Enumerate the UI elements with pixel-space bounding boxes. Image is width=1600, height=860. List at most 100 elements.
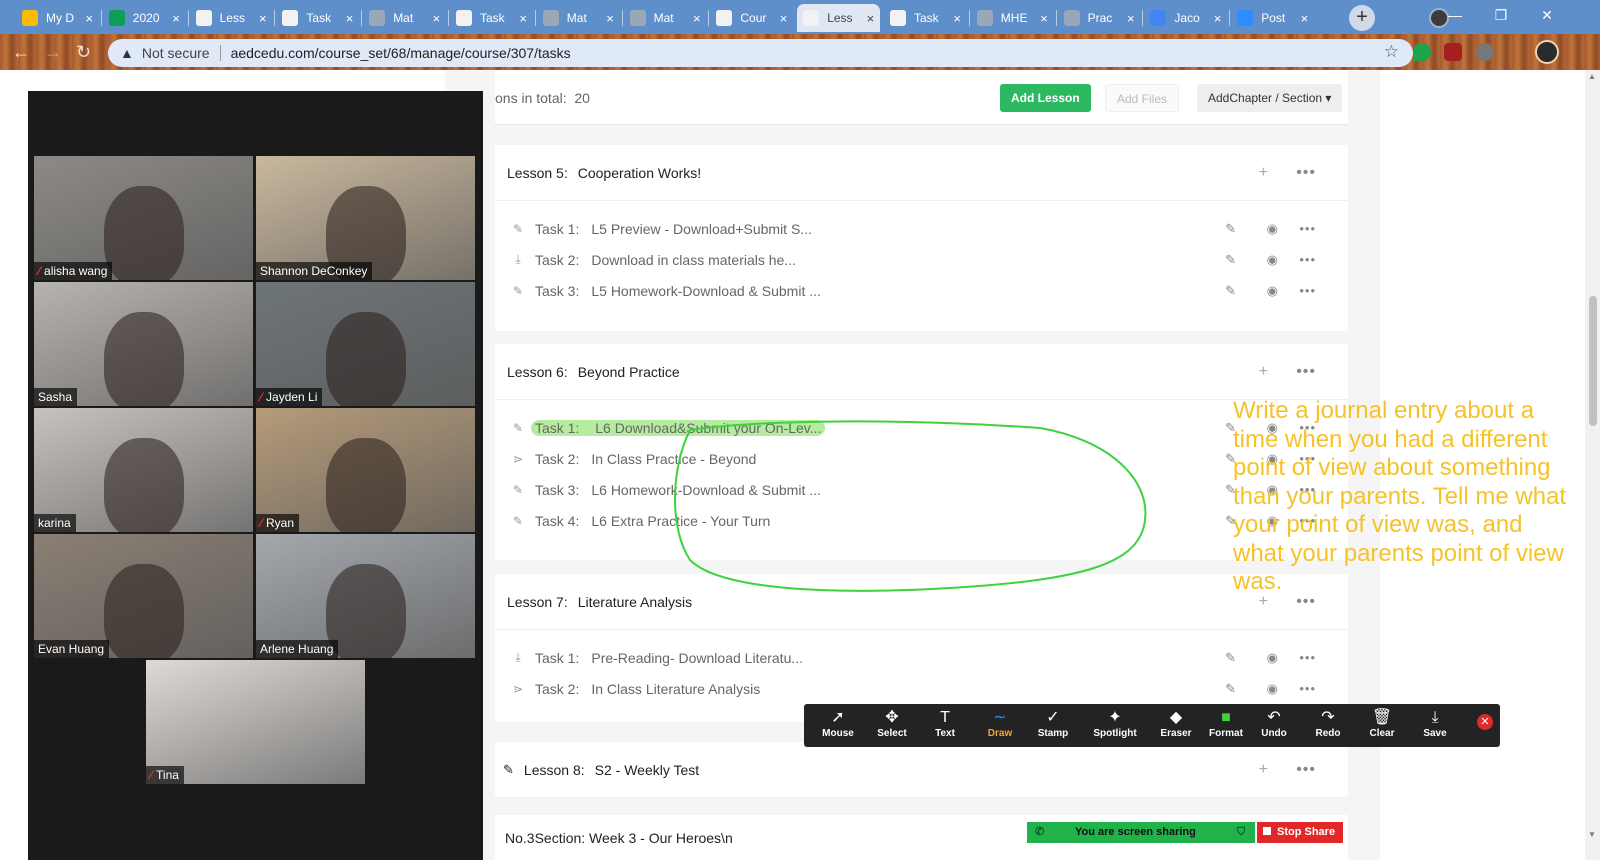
lesson-header[interactable]: Lesson 5: Cooperation Works! + ••• xyxy=(495,145,1348,201)
edit-icon[interactable]: ✎ xyxy=(1225,221,1236,237)
task-title[interactable]: L5 Preview - Download+Submit S... xyxy=(591,221,812,237)
annotate-tool-eraser[interactable]: ◆ Eraser xyxy=(1150,708,1202,744)
edit-icon[interactable]: ✎ xyxy=(1225,283,1236,299)
stop-share-button[interactable]: Stop Share xyxy=(1257,822,1343,843)
preview-eye-icon[interactable]: ◉ xyxy=(1267,650,1278,666)
add-chapter-section-button[interactable]: AddChapter / Section ▾ xyxy=(1197,84,1343,112)
tab[interactable]: Mat × xyxy=(363,4,446,32)
participant-video-tile[interactable]: Sasha xyxy=(34,282,253,406)
more-icon[interactable]: ••• xyxy=(1299,681,1316,696)
participant-video-tile[interactable]: ⁄ Tina xyxy=(146,660,365,784)
task-title[interactable]: Download in class materials he... xyxy=(591,252,796,268)
reload-icon[interactable]: ↻ xyxy=(76,42,91,63)
participant-video-tile[interactable]: karina xyxy=(34,408,253,532)
extension-ublock-icon[interactable] xyxy=(1444,43,1462,61)
annotate-tool-spotlight[interactable]: ✦ Spotlight xyxy=(1089,708,1141,744)
add-task-icon[interactable]: + xyxy=(1259,164,1268,182)
bookmark-star-icon[interactable]: ☆ xyxy=(1384,42,1399,62)
scroll-down-arrow[interactable]: ▼ xyxy=(1588,830,1596,839)
section-title[interactable]: No.3Section: Week 3 - Our Heroes\n xyxy=(505,830,733,846)
tab[interactable]: Prac × xyxy=(1058,4,1141,32)
task-title[interactable]: In Class Practice - Beyond xyxy=(591,451,756,467)
tab[interactable]: Task × xyxy=(884,4,967,32)
tab-close-icon[interactable]: × xyxy=(346,11,354,26)
add-lesson-button[interactable]: Add Lesson xyxy=(1000,84,1091,112)
security-label[interactable]: Not secure xyxy=(142,45,210,61)
task-row[interactable]: ✎ Task 1: L5 Preview - Download+Submit S… xyxy=(495,213,1348,244)
close-annotation-icon[interactable]: ✕ xyxy=(1477,714,1493,730)
lesson-header[interactable]: Lesson 6: Beyond Practice + ••• xyxy=(495,344,1348,400)
extension-chat-icon[interactable] xyxy=(1413,43,1431,61)
add-task-icon[interactable]: + xyxy=(1259,363,1268,381)
tab[interactable]: Less × xyxy=(190,4,273,32)
tab-close-icon[interactable]: × xyxy=(1301,11,1309,26)
lesson-header[interactable]: Lesson 7: Literature Analysis + ••• xyxy=(495,574,1348,630)
tab-close-icon[interactable]: × xyxy=(867,11,875,26)
sharing-status[interactable]: ✆ You are screen sharing ⛉ xyxy=(1027,822,1255,843)
profile-avatar[interactable] xyxy=(1535,40,1559,64)
scrollbar-thumb[interactable] xyxy=(1589,296,1597,426)
tab-close-icon[interactable]: × xyxy=(606,11,614,26)
tab[interactable]: Cour × xyxy=(710,4,793,32)
tab-close-icon[interactable]: × xyxy=(1127,11,1135,26)
participant-video-tile[interactable]: ⁄ alisha wang xyxy=(34,156,253,280)
edit-icon[interactable]: ✎ xyxy=(1225,681,1236,697)
annotate-tool-select[interactable]: ✥ Select xyxy=(866,708,918,744)
annotate-tool-draw[interactable]: ∼ Draw xyxy=(974,708,1026,744)
task-title[interactable]: Pre-Reading- Download Literatu... xyxy=(591,650,803,666)
close-window-icon[interactable]: ✕ xyxy=(1524,0,1570,32)
task-title[interactable]: In Class Literature Analysis xyxy=(591,681,760,697)
tab[interactable]: MHE × xyxy=(971,4,1054,32)
forward-icon[interactable]: → xyxy=(44,42,62,63)
annotate-tool-clear[interactable]: 🗑 Clear xyxy=(1356,708,1408,744)
scroll-up-arrow[interactable]: ▲ xyxy=(1588,72,1596,81)
url-text[interactable]: aedcedu.com/course_set/68/manage/course/… xyxy=(231,45,571,61)
participant-video-tile[interactable]: ⁄ Jayden Li xyxy=(256,282,475,406)
tab-close-icon[interactable]: × xyxy=(85,11,93,26)
tab[interactable]: Task × xyxy=(276,4,359,32)
task-row[interactable]: ⋗ Task 2: In Class Literature Analysis ✎… xyxy=(495,673,1348,704)
tab[interactable]: Post × xyxy=(1231,4,1314,32)
tab-close-icon[interactable]: × xyxy=(953,11,961,26)
tab-close-icon[interactable]: × xyxy=(1040,11,1048,26)
back-icon[interactable]: ← xyxy=(12,42,30,63)
tab-close-icon[interactable]: × xyxy=(1214,11,1222,26)
annotate-tool-mouse[interactable]: ➚ Mouse xyxy=(812,708,864,744)
task-row[interactable]: ⋗ Task 2: In Class Practice - Beyond ✎ ◉… xyxy=(495,443,1348,474)
edit-icon[interactable]: ✎ xyxy=(1225,252,1236,268)
annotate-tool-undo[interactable]: ↶ Undo xyxy=(1248,708,1300,744)
task-row[interactable]: ⤓ Task 2: Download in class materials he… xyxy=(495,244,1348,275)
tab-close-icon[interactable]: × xyxy=(433,11,441,26)
preview-eye-icon[interactable]: ◉ xyxy=(1267,221,1278,237)
more-icon[interactable]: ••• xyxy=(1299,283,1316,298)
more-icon[interactable]: ••• xyxy=(1296,164,1316,182)
annotate-tool-redo[interactable]: ↷ Redo xyxy=(1302,708,1354,744)
task-row[interactable]: ✎ Task 3: L6 Homework-Download & Submit … xyxy=(495,474,1348,505)
more-icon[interactable]: ••• xyxy=(1296,363,1316,381)
address-bar[interactable]: ▲ Not secure aedcedu.com/course_set/68/m… xyxy=(108,39,1413,67)
annotate-tool-text[interactable]: T Text xyxy=(919,708,971,744)
task-row[interactable]: ⤓ Task 1: Pre-Reading- Download Literatu… xyxy=(495,642,1348,673)
task-title[interactable]: L6 Download&Submit your On-Lev... xyxy=(595,420,821,436)
tab[interactable]: Mat × xyxy=(624,4,707,32)
lesson-header[interactable]: ✎ Lesson 8: S2 - Weekly Test + ••• xyxy=(495,742,1348,798)
tab-close-icon[interactable]: × xyxy=(693,11,701,26)
warning-icon[interactable]: ▲ xyxy=(120,45,134,61)
tab[interactable]: Task × xyxy=(450,4,533,32)
tab-close-icon[interactable]: × xyxy=(172,11,180,26)
add-files-button[interactable]: Add Files xyxy=(1105,84,1180,112)
more-icon[interactable]: ••• xyxy=(1296,761,1316,779)
participant-video-tile[interactable]: Shannon DeConkey xyxy=(256,156,475,280)
preview-eye-icon[interactable]: ◉ xyxy=(1267,681,1278,697)
annotate-tool-stamp[interactable]: ✓ Stamp xyxy=(1027,708,1079,744)
preview-eye-icon[interactable]: ◉ xyxy=(1267,252,1278,268)
tab[interactable]: Mat × xyxy=(537,4,620,32)
more-icon[interactable]: ••• xyxy=(1299,650,1316,665)
participant-video-tile[interactable]: Arlene Huang xyxy=(256,534,475,658)
more-icon[interactable]: ••• xyxy=(1299,221,1316,236)
tab[interactable]: My D × xyxy=(16,4,99,32)
restore-icon[interactable]: ❐ xyxy=(1478,0,1524,32)
extension-puzzle-icon[interactable] xyxy=(1476,43,1494,61)
tab[interactable]: Less × xyxy=(797,4,881,32)
page-scrollbar[interactable] xyxy=(1585,70,1600,860)
